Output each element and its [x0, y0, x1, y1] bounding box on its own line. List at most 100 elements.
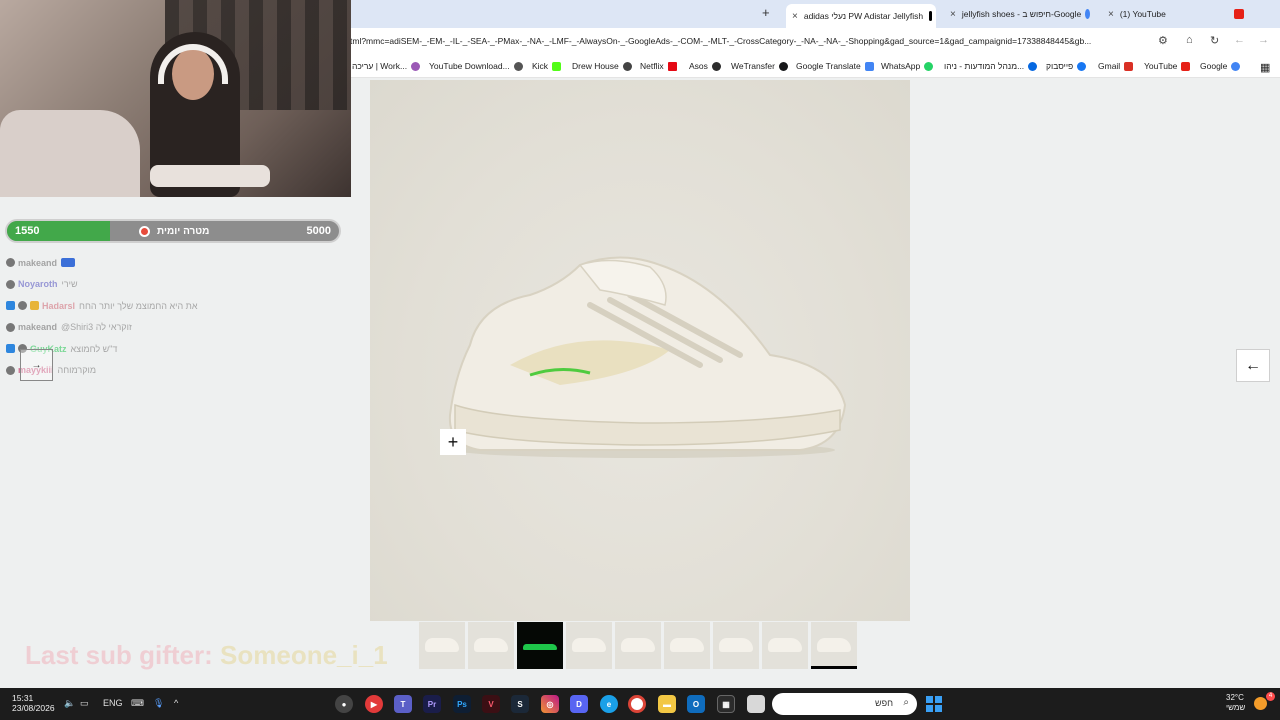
close-tab-icon[interactable]: × — [950, 9, 956, 20]
bookmark-youtube-download[interactable]: YouTube Download... — [429, 61, 523, 71]
bookmark-asos[interactable]: Asos — [689, 61, 721, 71]
zoom-button[interactable]: + — [440, 429, 466, 455]
stream-chat: makeand Noyaroth שירי Hadarsl את היא החמ… — [6, 252, 336, 381]
netflix-icon — [667, 61, 677, 71]
tab-youtube[interactable]: × (1) YouTube — [1102, 4, 1252, 24]
bookmark-facebook[interactable]: פייסבוק — [1046, 61, 1087, 71]
bookmark-drew-house[interactable]: Drew House — [572, 61, 632, 71]
site-settings-icon[interactable]: ⚙ — [1158, 34, 1168, 47]
speaker-icon[interactable]: 🔈 — [64, 698, 75, 709]
bookmark-icon — [513, 61, 523, 71]
target-icon — [139, 226, 150, 237]
chat-message: makeand @Shiri3 זוקראי לה — [6, 317, 336, 339]
bookmark-work[interactable]: עריכה | Work... — [352, 61, 421, 71]
start-tile — [926, 696, 933, 703]
bookmark-netflix[interactable]: Netflix — [640, 61, 677, 71]
thumbnail[interactable] — [517, 622, 563, 669]
start-tile — [935, 705, 942, 712]
youtube-icon — [1234, 9, 1244, 19]
thumbnail[interactable] — [664, 622, 710, 669]
taskbar-search[interactable]: חפש ⌕ — [772, 693, 917, 715]
thumbnail[interactable] — [419, 622, 465, 669]
store-icon[interactable]: ▦ — [717, 695, 735, 713]
discord-icon[interactable]: D — [570, 695, 588, 713]
microphone-icon[interactable]: 🎙 — [153, 698, 164, 709]
mic-arm — [150, 165, 270, 187]
google-icon — [1085, 9, 1090, 19]
new-tab-button[interactable]: + — [762, 5, 770, 20]
outlook-icon[interactable]: O — [687, 695, 705, 713]
prev-arrow-icon[interactable]: → — [20, 349, 53, 381]
thumbnail[interactable] — [713, 622, 759, 669]
bookmark-whatsapp[interactable]: WhatsApp — [881, 61, 934, 71]
close-tab-icon[interactable]: × — [792, 11, 798, 22]
thumbnail[interactable] — [468, 622, 514, 669]
apps-grid-icon[interactable]: ▦ — [1260, 61, 1270, 74]
thumbnail[interactable] — [615, 622, 661, 669]
tab-title: jellyfish shoes - חיפוש ב-Google — [961, 9, 1082, 19]
windows-taskbar: 15:31 23/08/2026 🔈 ▭ ENG ⌨ 🎙 ^ ● ▶ T Pr … — [0, 688, 1280, 720]
bookmark-meta-ads[interactable]: מנהל המודעות - ניהו... — [944, 61, 1038, 71]
steam-icon[interactable]: S — [511, 695, 529, 713]
goal-label: מטרה יומית — [157, 226, 210, 237]
close-tab-icon[interactable]: × — [1108, 9, 1114, 20]
file-explorer-icon[interactable]: ▬ — [658, 695, 676, 713]
language-indicator[interactable]: ENG — [103, 698, 123, 708]
weather-widget[interactable]: 32°C שמשי — [1226, 693, 1245, 713]
youtube-icon — [1181, 61, 1191, 71]
photoshop-icon[interactable]: Ps — [453, 695, 471, 713]
bookmark-gmail[interactable]: Gmail — [1098, 61, 1134, 71]
notepad-icon[interactable] — [747, 695, 765, 713]
bookmark-wetransfer[interactable]: WeTransfer — [731, 61, 788, 71]
thumbnail[interactable] — [566, 622, 612, 669]
thumbnail[interactable] — [762, 622, 808, 669]
product-image-viewer[interactable]: + — [370, 80, 910, 621]
address-bar: tml?mmc=adiSEM-_-EM-_-IL-_-SEA-_-PMax-_-… — [350, 28, 1280, 56]
reload-icon[interactable]: ↻ — [1210, 34, 1219, 47]
obs-icon[interactable]: ● — [335, 695, 353, 713]
edge-icon[interactable]: e — [600, 695, 618, 713]
tab-adidas[interactable]: × adidas נעלי PW Adistar Jellyfish — [786, 4, 936, 28]
asos-icon — [711, 61, 721, 71]
home-icon[interactable]: ⌂ — [1186, 34, 1193, 46]
bookmark-google[interactable]: Google — [1200, 61, 1241, 71]
cam-background-bed — [0, 110, 140, 197]
premiere-icon[interactable]: Pr — [423, 695, 441, 713]
bookmark-youtube[interactable]: YouTube — [1144, 61, 1191, 71]
goal-current: 1550 — [15, 225, 40, 237]
capcut-icon[interactable]: V — [482, 695, 500, 713]
windows-start-icon[interactable] — [926, 696, 942, 712]
next-image-button[interactable]: ← — [1236, 349, 1270, 382]
google-icon — [1231, 61, 1241, 71]
thumbnail-shoe — [621, 638, 655, 652]
youtube-music-icon[interactable]: ▶ — [365, 695, 383, 713]
url-field[interactable]: tml?mmc=adiSEM-_-EM-_-IL-_-SEA-_-PMax-_-… — [350, 36, 1150, 46]
avatar-icon — [18, 301, 27, 311]
thumbnail-selected[interactable] — [811, 622, 857, 669]
thumbnail-shoe — [817, 638, 851, 652]
avatar-icon — [6, 279, 15, 289]
meta-icon — [1028, 61, 1038, 71]
webcam-feed — [0, 0, 351, 197]
verified-badge-icon — [6, 301, 15, 311]
instagram-icon[interactable]: ◎ — [541, 695, 559, 713]
sub-badge-icon — [30, 301, 39, 311]
back-icon[interactable]: → — [1258, 34, 1269, 46]
teams-icon[interactable]: T — [394, 695, 412, 713]
forward-icon[interactable]: ← — [1234, 34, 1245, 46]
adidas-icon — [929, 11, 932, 21]
search-placeholder: חפש — [875, 698, 893, 708]
bookmark-google-translate[interactable]: Google Translate — [796, 61, 874, 71]
last-sub-gifter: Last sub gifter: Someone_i_1 — [25, 640, 388, 670]
browser-tab-bar: + × adidas נעלי PW Adistar Jellyfish × j… — [350, 0, 1280, 28]
chrome-icon[interactable] — [628, 695, 646, 713]
keyboard-icon[interactable]: ⌨ — [131, 698, 144, 709]
product-shoe-image — [448, 256, 847, 458]
thumbnail-shoe — [474, 638, 508, 652]
chevron-up-icon[interactable]: ^ — [174, 698, 178, 708]
bookmark-kick[interactable]: Kick — [532, 61, 562, 71]
thumbnail-shoe — [425, 638, 459, 652]
tab-google-search[interactable]: × jellyfish shoes - חיפוש ב-Google — [944, 4, 1094, 24]
network-icon[interactable]: ▭ — [80, 698, 89, 709]
clock[interactable]: 15:31 23/08/2026 — [12, 693, 55, 713]
